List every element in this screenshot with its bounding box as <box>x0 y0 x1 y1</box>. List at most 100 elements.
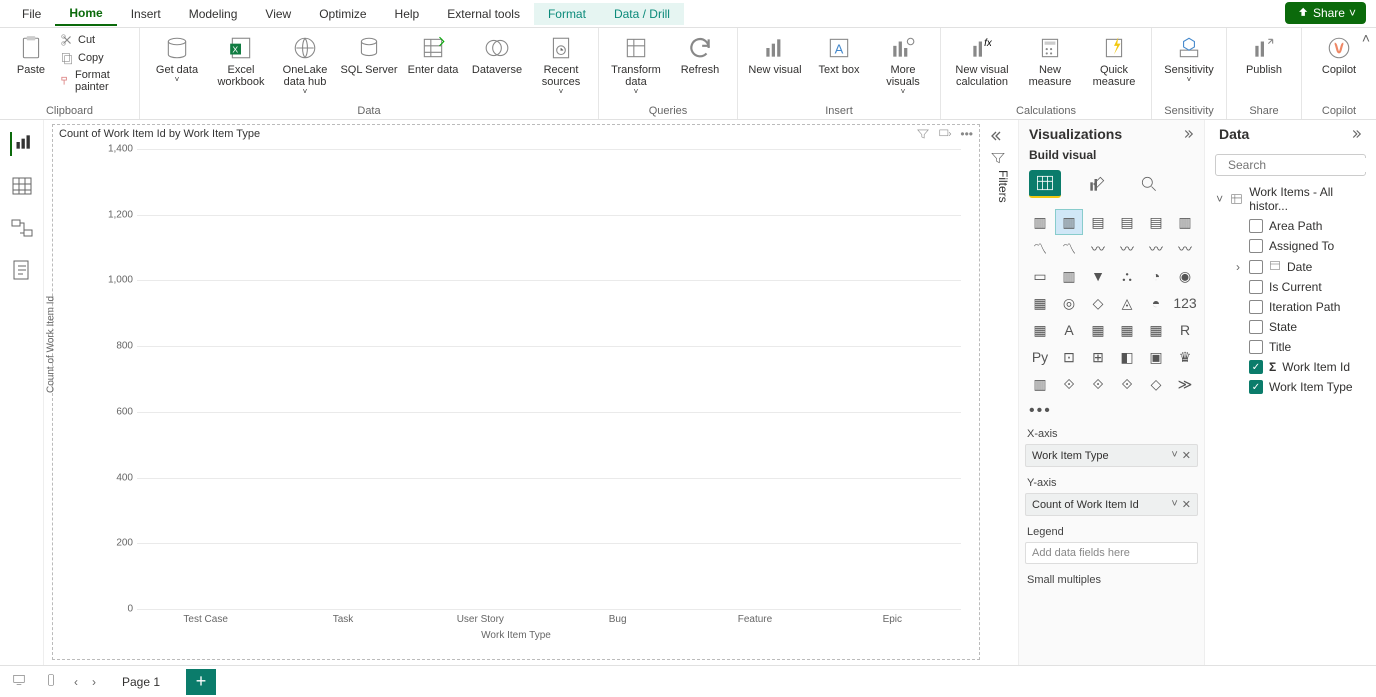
chevron-down-icon[interactable]: ˅ <box>1171 498 1177 511</box>
field-checkbox[interactable] <box>1249 219 1263 233</box>
build-tab-format[interactable] <box>1081 170 1113 198</box>
menu-home[interactable]: Home <box>55 2 116 26</box>
menu-modeling[interactable]: Modeling <box>175 3 252 25</box>
mobile-view-icon[interactable] <box>42 673 60 690</box>
field-row[interactable]: ›Date <box>1227 256 1372 277</box>
field-checkbox[interactable] <box>1249 260 1263 274</box>
viz-type-item[interactable]: ⟐ <box>1114 372 1140 396</box>
field-checkbox[interactable]: ✓ <box>1249 380 1263 394</box>
next-page-icon[interactable]: › <box>92 675 96 689</box>
viz-type-item[interactable]: ▥ <box>1027 372 1053 396</box>
sql-button[interactable]: SQL Server <box>340 32 398 78</box>
viz-type-item[interactable]: ◓ <box>1143 291 1169 315</box>
transform-button[interactable]: Transform data˅ <box>607 32 665 99</box>
viz-type-item[interactable]: ≫ <box>1172 372 1198 396</box>
ribbon-collapse-icon[interactable]: ˄ <box>1362 30 1370 46</box>
viz-type-item[interactable]: ▦ <box>1114 318 1140 342</box>
field-row[interactable]: Area Path <box>1227 216 1372 236</box>
excel-button[interactable]: XExcel workbook <box>212 32 270 90</box>
build-tab-fields[interactable] <box>1029 170 1061 198</box>
viz-type-item[interactable]: ▥ <box>1172 210 1198 234</box>
desktop-view-icon[interactable] <box>10 673 28 690</box>
field-checkbox[interactable] <box>1249 340 1263 354</box>
table-view-icon[interactable] <box>10 174 34 198</box>
dax-view-icon[interactable] <box>10 258 34 282</box>
viz-type-item[interactable]: 〰 <box>1085 237 1111 261</box>
field-checkbox[interactable] <box>1249 320 1263 334</box>
new-visual-button[interactable]: New visual <box>746 32 804 78</box>
viz-type-item[interactable]: 〽 <box>1056 237 1082 261</box>
viz-type-item[interactable]: ▤ <box>1085 210 1111 234</box>
cut-button[interactable]: Cut <box>60 32 131 48</box>
sensitivity-button[interactable]: Sensitivity˅ <box>1160 32 1218 87</box>
field-row[interactable]: ✓Work Item Type <box>1227 377 1372 397</box>
menu-optimize[interactable]: Optimize <box>305 3 380 25</box>
menu-help[interactable]: Help <box>381 3 434 25</box>
enter-data-button[interactable]: Enter data <box>404 32 462 78</box>
viz-type-item[interactable]: ⊡ <box>1056 345 1082 369</box>
viz-type-item[interactable]: ⛬ <box>1114 264 1140 288</box>
viz-type-item[interactable]: ▥ <box>1027 210 1053 234</box>
viz-type-item[interactable]: ▦ <box>1027 291 1053 315</box>
prev-page-icon[interactable]: ‹ <box>74 675 78 689</box>
viz-type-item[interactable]: ◇ <box>1143 372 1169 396</box>
viz-type-item[interactable]: ▤ <box>1143 210 1169 234</box>
collapse-left-icon[interactable] <box>990 128 1006 144</box>
field-checkbox[interactable] <box>1249 239 1263 253</box>
field-checkbox[interactable]: ✓ <box>1249 360 1263 374</box>
viz-type-item[interactable]: ▭ <box>1027 264 1053 288</box>
publish-button[interactable]: Publish <box>1235 32 1293 78</box>
focus-icon[interactable] <box>938 127 952 141</box>
recent-button[interactable]: Recent sources˅ <box>532 32 590 99</box>
format-painter-button[interactable]: Format painter <box>60 68 131 94</box>
viz-type-item[interactable]: 〽 <box>1027 237 1053 261</box>
build-tab-analytics[interactable] <box>1133 170 1165 198</box>
viz-type-item[interactable]: 123 <box>1172 291 1198 315</box>
viz-type-item[interactable]: ♛ <box>1172 345 1198 369</box>
xaxis-field-well[interactable]: Work Item Type ˅✕ <box>1025 444 1198 467</box>
viz-type-item[interactable]: ▦ <box>1027 318 1053 342</box>
textbox-button[interactable]: AText box <box>810 32 868 78</box>
copy-button[interactable]: Copy <box>60 50 131 66</box>
menu-external[interactable]: External tools <box>433 3 534 25</box>
more-options-icon[interactable]: ••• <box>960 127 973 141</box>
refresh-button[interactable]: Refresh <box>671 32 729 78</box>
model-view-icon[interactable] <box>10 216 34 240</box>
viz-type-item[interactable]: ⟐ <box>1085 372 1111 396</box>
search-input[interactable] <box>1228 158 1376 172</box>
field-row[interactable]: Iteration Path <box>1227 297 1372 317</box>
expand-icon[interactable]: › <box>1233 260 1243 274</box>
legend-field-well[interactable]: Add data fields here <box>1025 542 1198 564</box>
viz-type-item[interactable]: ⟐ <box>1056 372 1082 396</box>
new-calc-button[interactable]: fxNew visual calculation <box>949 32 1015 90</box>
get-data-button[interactable]: Get data˅ <box>148 32 206 87</box>
field-checkbox[interactable] <box>1249 300 1263 314</box>
viz-type-item[interactable]: ▥ <box>1056 264 1082 288</box>
field-row[interactable]: Assigned To <box>1227 236 1372 256</box>
search-box[interactable] <box>1215 154 1366 176</box>
menu-insert[interactable]: Insert <box>117 3 175 25</box>
viz-type-item[interactable]: A <box>1056 318 1082 342</box>
yaxis-field-well[interactable]: Count of Work Item Id ˅✕ <box>1025 493 1198 516</box>
field-row[interactable]: Title <box>1227 337 1372 357</box>
viz-type-item[interactable]: 〰 <box>1143 237 1169 261</box>
paste-button[interactable]: Paste <box>8 32 54 78</box>
viz-type-item[interactable]: ▦ <box>1143 318 1169 342</box>
filters-panel-label[interactable]: Filters <box>996 170 1010 203</box>
viz-type-item[interactable]: ◎ <box>1056 291 1082 315</box>
menu-data-drill[interactable]: Data / Drill <box>600 3 684 25</box>
viz-type-item[interactable]: ▦ <box>1085 318 1111 342</box>
collapse-right-icon[interactable] <box>1180 127 1194 141</box>
new-measure-button[interactable]: New measure <box>1021 32 1079 90</box>
viz-type-item[interactable]: ◧ <box>1114 345 1140 369</box>
viz-type-item[interactable]: Py <box>1027 345 1053 369</box>
viz-type-item[interactable]: ◇ <box>1085 291 1111 315</box>
filters-icon[interactable] <box>990 150 1006 166</box>
field-row[interactable]: State <box>1227 317 1372 337</box>
dataverse-button[interactable]: Dataverse <box>468 32 526 78</box>
viz-type-item[interactable]: R <box>1172 318 1198 342</box>
remove-field-icon[interactable]: ✕ <box>1182 449 1191 462</box>
table-node[interactable]: ˅ Work Items - All histor... <box>1209 182 1372 216</box>
viz-type-item[interactable]: 〰 <box>1172 237 1198 261</box>
collapse-right-icon[interactable] <box>1348 127 1362 141</box>
